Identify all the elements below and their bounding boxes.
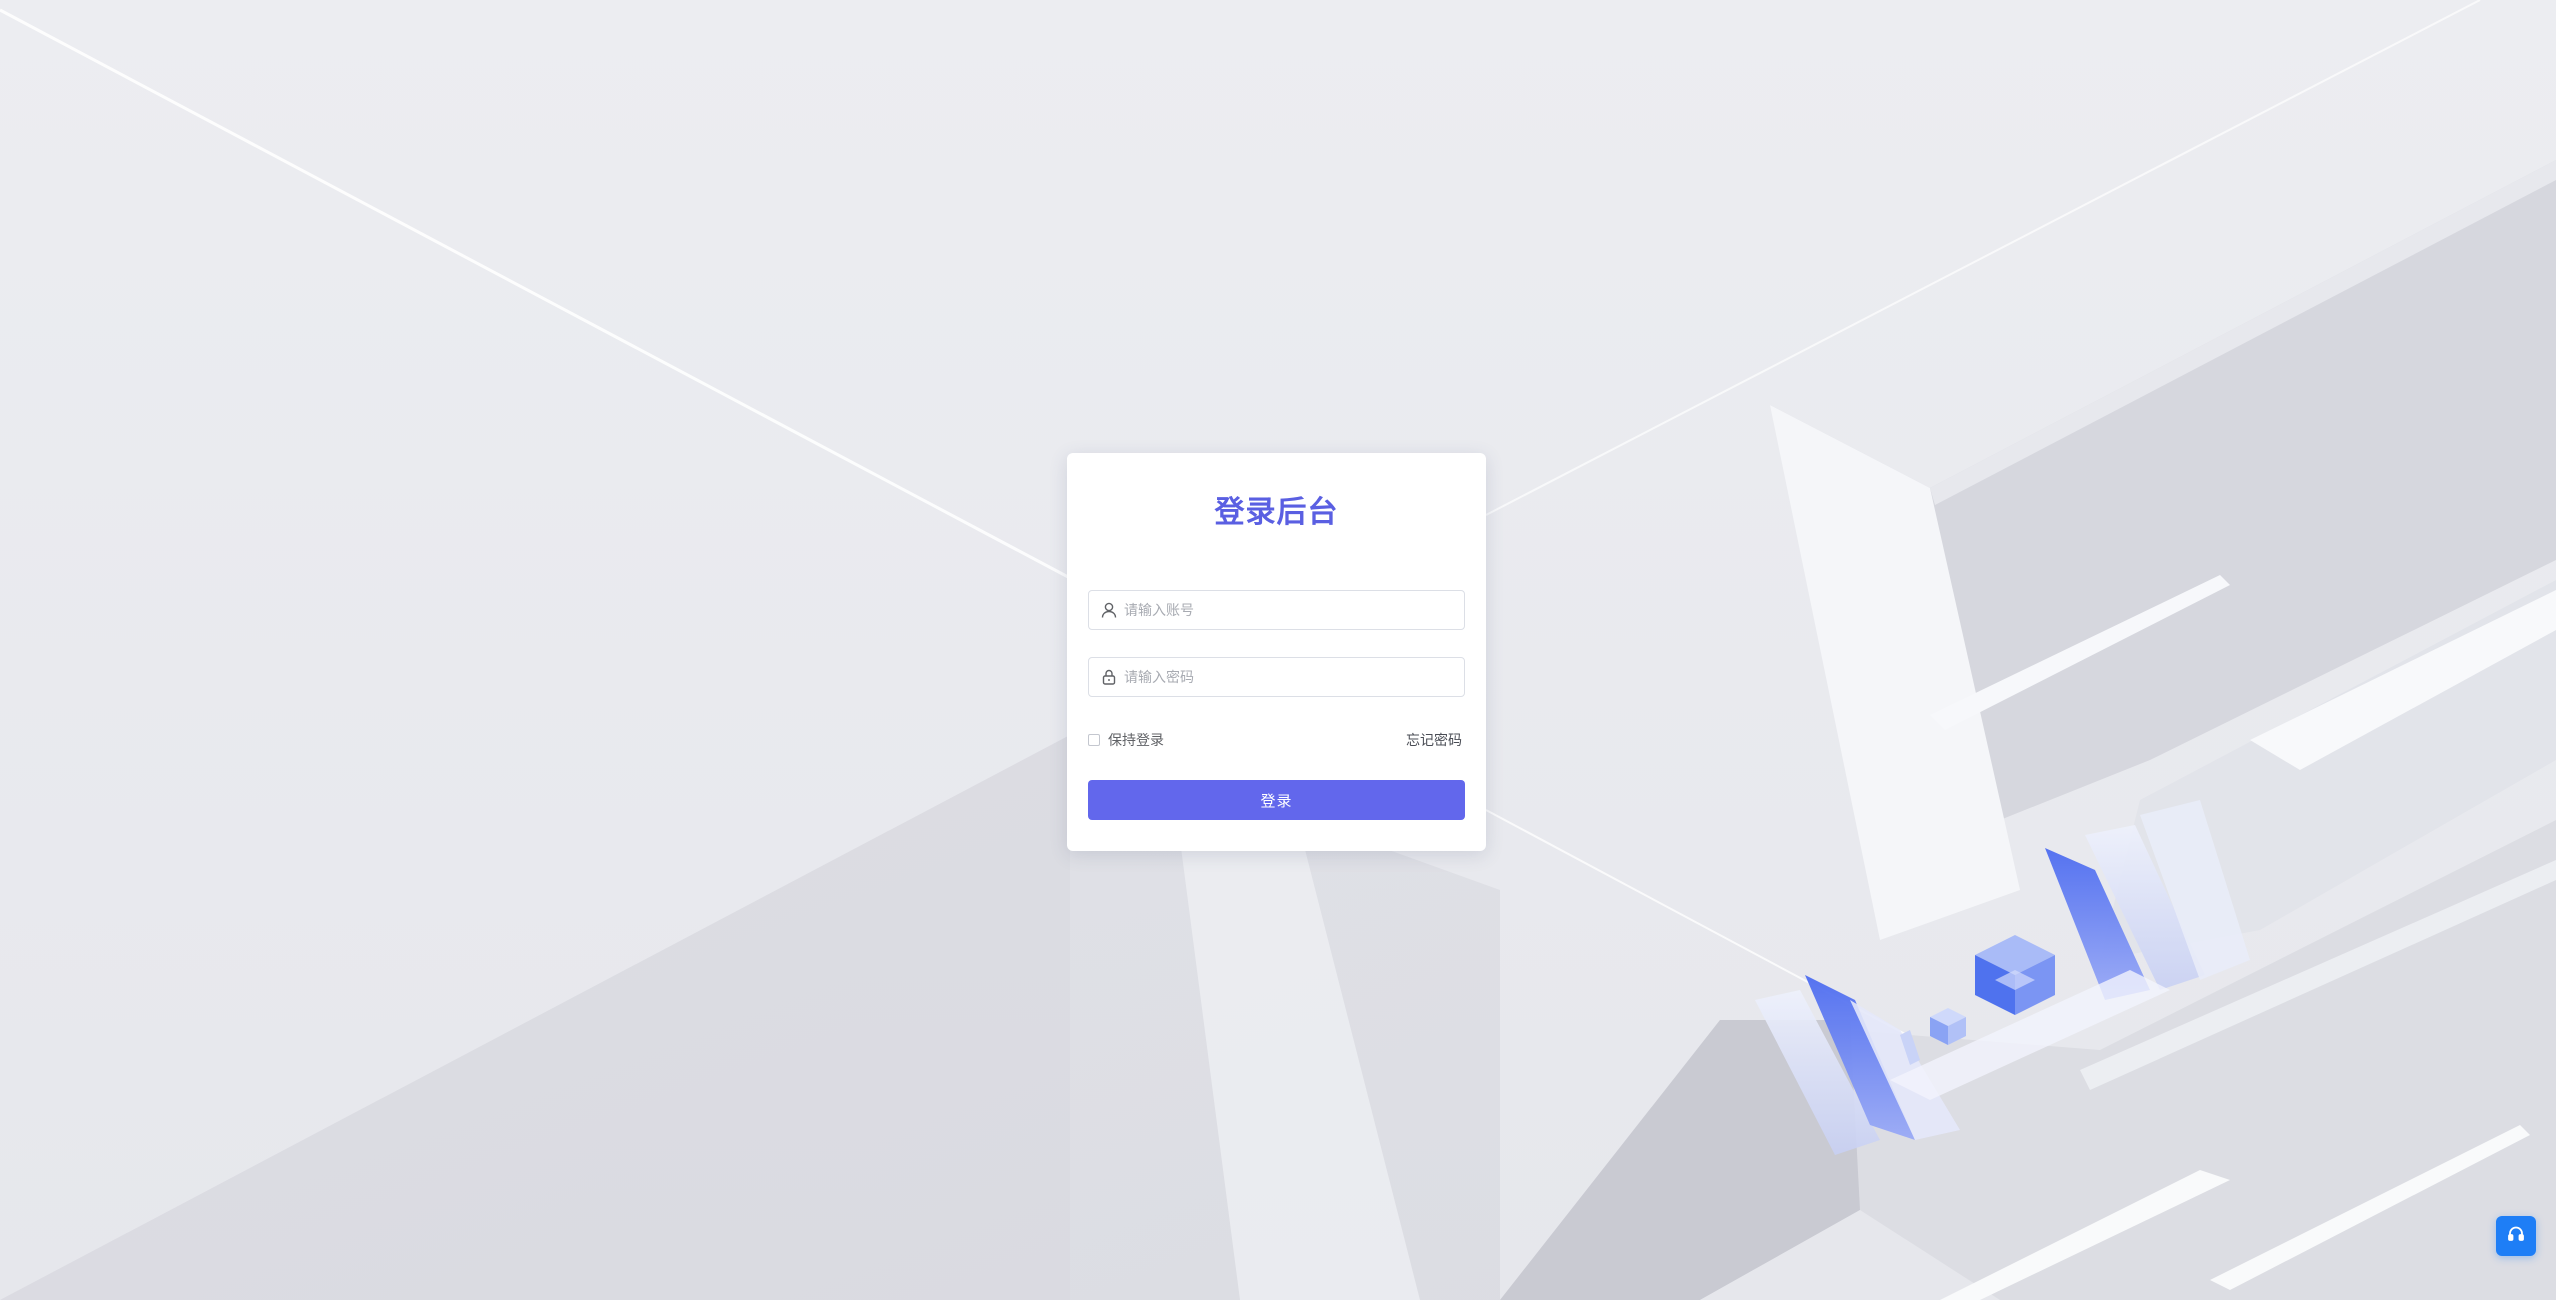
- login-button[interactable]: 登录: [1088, 780, 1465, 820]
- remember-row: 保持登录 忘记密码: [1088, 730, 1465, 750]
- password-input[interactable]: [1124, 659, 1464, 695]
- username-input[interactable]: [1124, 592, 1464, 628]
- remember-me[interactable]: 保持登录: [1088, 730, 1164, 750]
- remember-label: 保持登录: [1108, 732, 1164, 748]
- lock-icon: [1099, 667, 1119, 687]
- login-title: 登录后台: [1214, 496, 1339, 529]
- headset-icon: [2506, 1224, 2526, 1249]
- login-card: 登录后台 保持登录 忘记密码 登录: [1067, 453, 1486, 851]
- support-button[interactable]: [2496, 1216, 2536, 1256]
- remember-checkbox[interactable]: [1088, 734, 1100, 746]
- password-field[interactable]: [1088, 657, 1465, 697]
- forgot-password-link[interactable]: 忘记密码: [1406, 730, 1462, 750]
- username-field[interactable]: [1088, 590, 1465, 630]
- user-icon: [1099, 600, 1119, 620]
